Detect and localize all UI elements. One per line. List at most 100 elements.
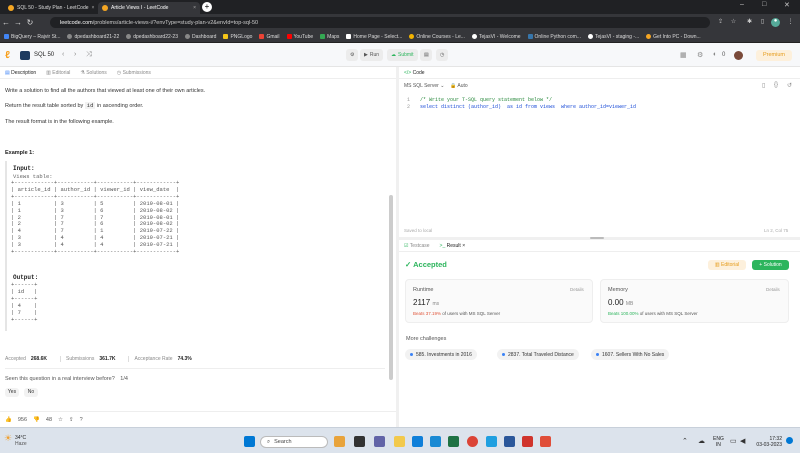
display-icon[interactable]: ▭ (730, 437, 737, 445)
taskbar-search[interactable]: ⌕ Search (260, 436, 328, 448)
chrome-icon[interactable] (467, 436, 478, 447)
bookmark-icon[interactable]: ▯ (762, 82, 765, 89)
code-line-2[interactable]: select distinct (author_id) as id from v… (420, 104, 636, 110)
taskview-icon[interactable] (354, 436, 365, 447)
debug-button[interactable]: ⚙ (346, 49, 358, 61)
layout-icon[interactable]: ▦ (680, 51, 687, 59)
maximize-icon[interactable]: □ (762, 1, 766, 8)
file-explorer-icon[interactable] (394, 436, 405, 447)
settings-icon[interactable]: ⚙ (697, 51, 703, 59)
tab-solutions[interactable]: ⚗ Solutions (80, 70, 106, 76)
notes-button[interactable]: ▤ (420, 49, 432, 61)
code-line-1[interactable]: /* Write your T-SQL query statement belo… (420, 97, 552, 103)
leetcode-logo[interactable]: ℓ (5, 50, 10, 61)
bookmark-item[interactable]: Online Python com... (527, 34, 581, 40)
prev-problem-icon[interactable]: ‹ (62, 51, 64, 58)
bookmark-item[interactable]: TejasVI - staging -... (587, 34, 639, 40)
back-icon[interactable]: ← (0, 18, 12, 27)
menu-icon[interactable]: ⋮ (786, 18, 795, 27)
address-bar[interactable]: leetcode.com/problems/article-views-i/?e… (50, 17, 710, 28)
profile-avatar[interactable]: ● (771, 18, 780, 27)
editorial-button[interactable]: ▥ Editorial (708, 260, 746, 270)
browser-tab-article-views[interactable]: Article Views I - LeetCode × (98, 2, 200, 14)
bookmark-item[interactable]: Online Courses - Le... (409, 34, 465, 40)
bookmark-item[interactable]: TejasVI - Welcome (471, 34, 521, 40)
next-problem-icon[interactable]: › (74, 51, 76, 58)
no-button[interactable]: No (24, 388, 38, 397)
windows-start-icon[interactable] (244, 436, 255, 447)
thumbs-up-icon[interactable]: 👍 (5, 417, 12, 423)
bookmark-item[interactable]: YouTube (286, 34, 313, 40)
app-icon[interactable] (486, 436, 497, 447)
tab-description[interactable]: ▤ Description (5, 70, 36, 76)
bookmark-item[interactable]: PNGLogo (223, 34, 252, 40)
user-avatar[interactable] (734, 51, 743, 60)
browser-tab-sql50[interactable]: SQL 50 - Study Plan - LeetCode × (4, 2, 96, 14)
bookmark-item[interactable]: dpedashboard22-23 (126, 34, 178, 40)
bookmark-item[interactable]: BigQuery – Rajvir St... (4, 34, 60, 40)
star-icon[interactable]: ☆ (58, 417, 63, 423)
chevron-up-icon[interactable]: ⌃ (682, 437, 688, 445)
volume-icon[interactable]: ◀ (740, 437, 745, 445)
panel-resize-handle[interactable] (590, 237, 604, 239)
tab-result[interactable]: >_ Result × (440, 243, 466, 249)
minimize-icon[interactable]: – (740, 1, 744, 8)
challenge-chip[interactable]: 585. Investments in 2016 (405, 349, 477, 360)
solution-button[interactable]: + Solution (752, 260, 789, 270)
runtime-details-link[interactable]: Details (570, 287, 584, 292)
extensions-icon[interactable]: ✱ (745, 18, 754, 27)
braces-icon[interactable]: {} (774, 82, 778, 88)
new-tab-button[interactable]: + (202, 2, 212, 12)
taskbar-app-icon[interactable] (334, 436, 345, 447)
bookmark-item[interactable]: Gmail (259, 34, 280, 40)
edge-icon[interactable] (412, 436, 423, 447)
cloud-icon[interactable]: ☁ (698, 437, 705, 445)
excel-icon[interactable] (448, 436, 459, 447)
scrollbar[interactable] (389, 195, 393, 380)
sidepanel-icon[interactable]: ▯ (758, 18, 767, 27)
tab-submissions[interactable]: ◷ Submissions (117, 70, 151, 76)
close-window-icon[interactable]: ✕ (784, 1, 790, 9)
share-icon[interactable]: ⇪ (69, 417, 74, 423)
app-icon[interactable] (540, 436, 551, 447)
memory-details-link[interactable]: Details (766, 287, 780, 292)
auto-toggle[interactable]: 🔒 Auto (450, 83, 468, 89)
premium-button[interactable]: Premium (756, 50, 792, 61)
submit-button[interactable]: ☁ Submit (387, 49, 418, 61)
tab-code[interactable]: </> Code (404, 70, 425, 76)
weather-widget[interactable]: 34°C Haze (15, 435, 27, 447)
tab-editorial[interactable]: ▥ Editorial (46, 70, 70, 76)
bookmark-item[interactable]: Maps (320, 34, 339, 40)
language-indicator[interactable]: ENG IN (713, 436, 724, 448)
shuffle-icon[interactable]: ⤨ (86, 51, 92, 59)
clock[interactable]: 17:32 03-03-2023 (754, 436, 782, 448)
runtime-card[interactable]: Runtime Details 2117 ms Beats 37.19% of … (405, 279, 593, 323)
run-button[interactable]: ▶ Run (360, 49, 384, 61)
bookmark-item[interactable]: dpedashboard21-22 (67, 34, 119, 40)
reload-icon[interactable]: ↻ (24, 18, 36, 27)
problem-list-title[interactable]: SQL 50 (34, 52, 54, 58)
word-icon[interactable] (504, 436, 515, 447)
challenge-chip[interactable]: 1607. Sellers With No Sales (591, 349, 670, 360)
tab-testcase[interactable]: ☑ Testcase (404, 243, 430, 249)
timer-button[interactable]: ◷ (436, 49, 448, 61)
pdf-icon[interactable] (522, 436, 533, 447)
close-icon[interactable]: × (92, 5, 95, 11)
reset-icon[interactable]: ↺ (787, 82, 792, 89)
forward-icon[interactable]: → (12, 18, 24, 27)
help-icon[interactable]: ? (80, 417, 83, 423)
share-icon[interactable]: ⇪ (716, 18, 725, 27)
close-icon[interactable]: × (193, 5, 196, 11)
language-select[interactable]: MS SQL Server ⌄ (404, 83, 444, 89)
thumbs-down-icon[interactable]: 👎 (33, 417, 40, 423)
streak-icon[interactable]: ◐ (713, 51, 717, 58)
bookmark-item[interactable]: Get Into PC - Down... (646, 34, 701, 40)
challenge-chip[interactable]: 2837. Total Traveled Distance (497, 349, 579, 360)
bookmark-item[interactable]: Home Page - Select... (346, 34, 402, 40)
outlook-icon[interactable] (430, 436, 441, 447)
teams-icon[interactable] (374, 436, 385, 447)
close-icon[interactable]: × (462, 243, 465, 249)
yes-button[interactable]: Yes (5, 388, 19, 397)
notification-icon[interactable] (786, 437, 793, 444)
memory-card[interactable]: Memory Details 0.00 MB Beats 100.00% of … (600, 279, 789, 323)
